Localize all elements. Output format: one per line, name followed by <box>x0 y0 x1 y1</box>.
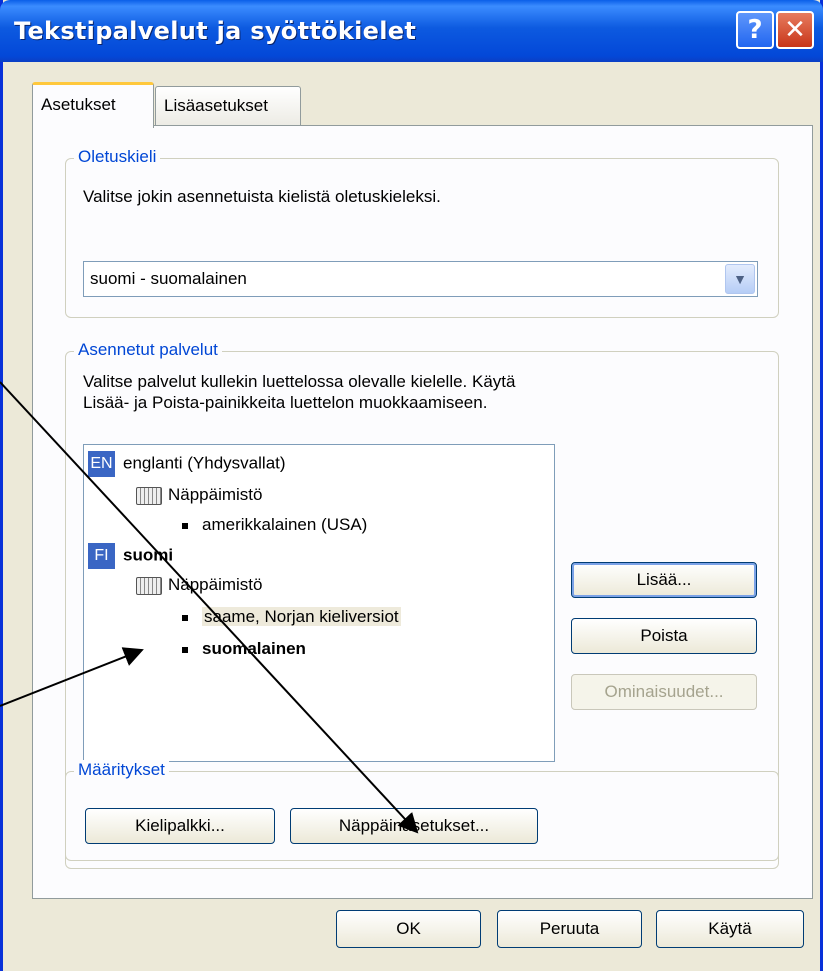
tree-item-english[interactable]: EN englanti (Yhdysvallat) <box>88 451 286 477</box>
ok-button[interactable]: OK <box>336 910 481 948</box>
close-button[interactable]: ✕ <box>776 11 814 49</box>
tree-item-en-layout[interactable]: amerikkalainen (USA) <box>182 513 367 537</box>
en-layout-label: amerikkalainen (USA) <box>202 515 368 534</box>
fi-layout-sami-label: saame, Norjan kieliversiot <box>202 607 401 626</box>
remove-button[interactable]: Poista <box>571 618 757 654</box>
bullet-icon <box>182 522 188 529</box>
default-language-value: suomi - suomalainen <box>90 269 247 288</box>
installed-services-description-1: Valitse palvelut kullekin luettelossa ol… <box>83 372 516 391</box>
en-keyboard-label: Näppäimistö <box>168 485 263 504</box>
help-button[interactable]: ? <box>736 11 774 49</box>
bullet-icon <box>182 614 188 621</box>
keyboard-icon <box>136 486 162 505</box>
tree-item-fi-layout-finnish[interactable]: suomalainen <box>182 637 306 661</box>
installed-services-legend: Asennetut palvelut <box>74 340 222 360</box>
apply-button[interactable]: Käytä <box>656 910 804 948</box>
key-settings-label: Näppäinasetukset... <box>338 816 490 835</box>
services-tree[interactable]: EN englanti (Yhdysvallat) Näppäimistö ame… <box>83 444 555 762</box>
installed-services-description-2: Lisää- ja Poista-painikkeita luettelon m… <box>83 393 488 412</box>
tree-item-finnish[interactable]: FI suomi <box>88 543 174 569</box>
language-bar-button[interactable]: Kielipalkki... <box>85 808 275 844</box>
add-button-label: Lisää... <box>636 570 692 589</box>
bullet-icon <box>182 646 188 653</box>
fi-badge-icon: FI <box>88 543 115 569</box>
cancel-button[interactable]: Peruuta <box>497 910 642 948</box>
title-bar[interactable]: Tekstipalvelut ja syöttökielet ? ✕ <box>0 0 823 62</box>
properties-button[interactable]: Ominaisuudet... <box>571 674 757 710</box>
fi-keyboard-label: Näppäimistö <box>168 575 263 594</box>
dialog-window: Tekstipalvelut ja syöttökielet ? ✕ Asetu… <box>0 0 823 971</box>
key-settings-button[interactable]: Näppäinasetukset... <box>290 808 538 844</box>
add-button[interactable]: Lisää... <box>571 562 757 598</box>
default-language-select[interactable]: suomi - suomalainen ▼ <box>83 261 758 297</box>
cancel-label: Peruuta <box>539 919 600 938</box>
ok-label: OK <box>396 919 421 938</box>
window-title: Tekstipalvelut ja syöttökielet <box>14 17 417 45</box>
tree-item-fi-keyboard[interactable]: Näppäimistö <box>136 573 263 597</box>
properties-button-label: Ominaisuudet... <box>604 682 724 701</box>
apply-label: Käytä <box>708 919 752 938</box>
tree-item-fi-layout-sami[interactable]: saame, Norjan kieliversiot <box>182 605 401 629</box>
default-language-legend: Oletuskieli <box>74 147 161 167</box>
tab-panel: Oletuskieli Valitse jokin asennetuista k… <box>32 125 813 899</box>
remove-button-label: Poista <box>640 626 688 645</box>
tab-lisaasetukset[interactable]: Lisäasetukset <box>155 86 301 126</box>
english-label: englanti (Yhdysvallat) <box>123 453 286 473</box>
default-language-description: Valitse jokin asennetuista kielistä olet… <box>83 187 441 206</box>
tab-asetukset[interactable]: Asetukset <box>32 82 154 128</box>
fi-layout-finnish-label: suomalainen <box>202 639 306 658</box>
settings-legend: Määritykset <box>74 760 169 780</box>
language-bar-label: Kielipalkki... <box>135 816 225 835</box>
tree-item-en-keyboard[interactable]: Näppäimistö <box>136 483 263 507</box>
chevron-down-icon[interactable]: ▼ <box>725 264 755 294</box>
finnish-label: suomi <box>123 545 174 565</box>
en-badge-icon: EN <box>88 451 115 477</box>
keyboard-icon <box>136 576 162 595</box>
